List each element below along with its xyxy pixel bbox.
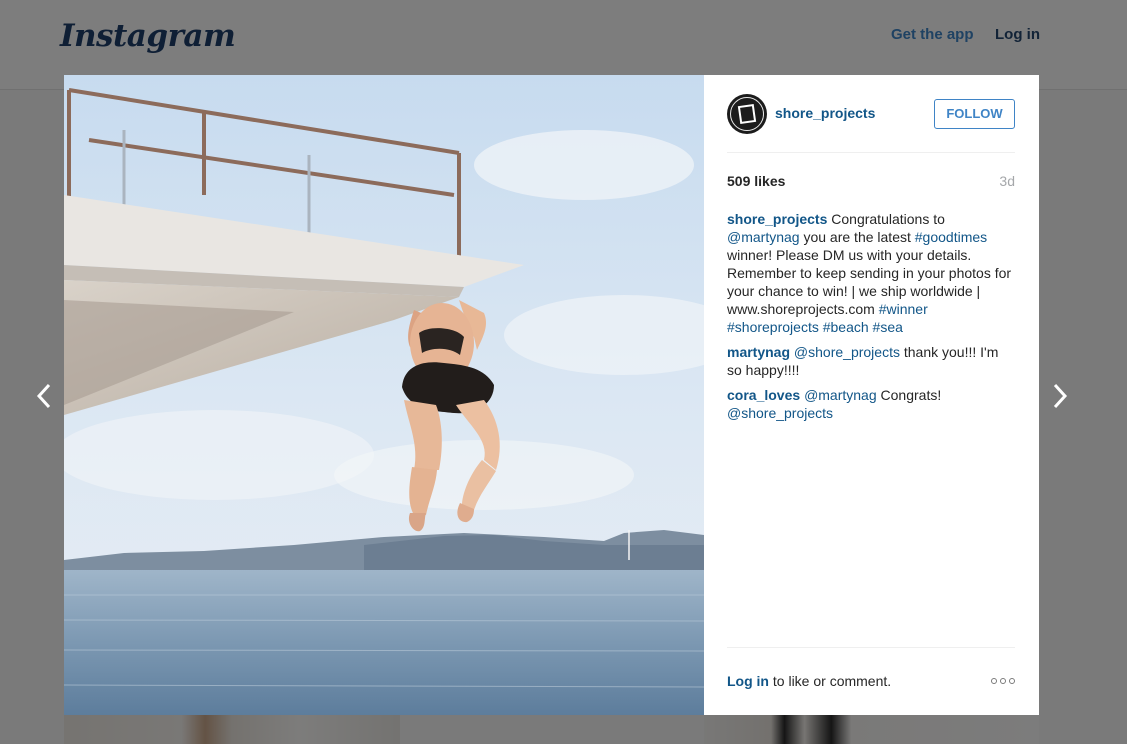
hashtag-link[interactable]: @martynag: [727, 229, 800, 245]
hashtag-link[interactable]: #goodtimes: [915, 229, 987, 245]
comment-username[interactable]: shore_projects: [727, 211, 827, 227]
follow-button[interactable]: FOLLOW: [934, 99, 1015, 129]
comment: martynag @shore_projects thank you!!! I'…: [727, 343, 1017, 379]
post-sidebar: shore_projects FOLLOW 509 likes 3d shore…: [704, 75, 1039, 715]
hashtag-link[interactable]: @shore_projects: [794, 344, 900, 360]
header-divider: [727, 152, 1015, 153]
comment-text: Congrats!: [876, 387, 942, 403]
footer-login-link[interactable]: Log in: [727, 673, 769, 689]
post-timestamp[interactable]: 3d: [999, 173, 1015, 189]
caption: shore_projects Congratulations to @marty…: [727, 210, 1017, 336]
hashtag-link[interactable]: @martynag: [804, 387, 877, 403]
comment-username[interactable]: cora_loves: [727, 387, 800, 403]
comment: cora_loves @martynag Congrats! @shore_pr…: [727, 386, 1017, 422]
post-header: shore_projects FOLLOW: [727, 94, 1015, 134]
hashtag-link[interactable]: #winner: [879, 301, 928, 317]
shore-projects-logo-icon[interactable]: [727, 94, 767, 134]
footer-divider: [727, 647, 1015, 648]
chevron-left-icon[interactable]: [34, 382, 54, 410]
likes-count[interactable]: 509 likes: [727, 173, 785, 189]
hashtag-link[interactable]: @shore_projects: [727, 405, 833, 421]
comment-text: Congratulations to: [831, 211, 945, 227]
post-username[interactable]: shore_projects: [775, 105, 875, 121]
comment-username[interactable]: martynag: [727, 344, 790, 360]
post-photo: [64, 75, 704, 715]
hashtag-link[interactable]: #shoreprojects: [727, 319, 819, 335]
post-footer: Log in to like or comment.: [727, 673, 1015, 693]
comments-list: shore_projects Congratulations to @marty…: [727, 210, 1017, 429]
post-modal: shore_projects FOLLOW 509 likes 3d shore…: [64, 75, 1039, 715]
footer-prompt-text: to like or comment.: [769, 673, 892, 689]
hashtag-link[interactable]: #beach: [823, 319, 869, 335]
more-options-icon[interactable]: [991, 678, 1015, 684]
comment-text: winner! Please DM us with your details. …: [727, 247, 1012, 317]
chevron-right-icon[interactable]: [1050, 382, 1070, 410]
hashtag-link[interactable]: #sea: [873, 319, 903, 335]
comment-text: you are the latest: [799, 229, 915, 245]
